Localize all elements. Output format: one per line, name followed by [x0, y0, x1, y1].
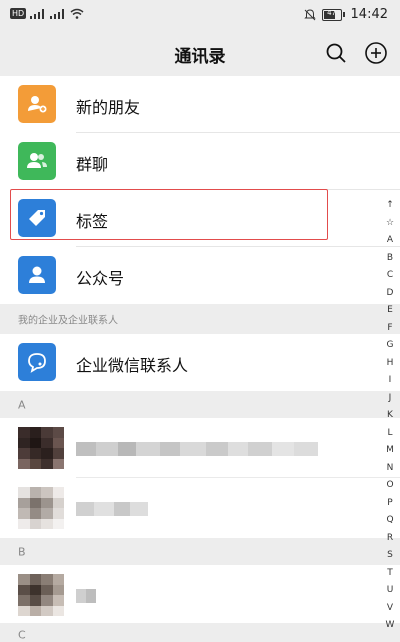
clock: 14:42: [350, 7, 388, 22]
new-friends-item[interactable]: 新的朋友: [0, 76, 400, 133]
contact-row[interactable]: [0, 418, 400, 478]
index-letter[interactable]: C: [383, 267, 397, 285]
contact-name-blurred: [76, 502, 148, 516]
status-bar: HD 47 14:42: [0, 0, 400, 30]
index-letter[interactable]: D: [383, 285, 397, 303]
mute-bell-icon: [303, 8, 316, 20]
index-letter[interactable]: Q: [383, 512, 397, 530]
avatar: [18, 427, 64, 469]
search-icon[interactable]: [324, 41, 348, 65]
index-letter[interactable]: T: [383, 565, 397, 583]
contact-row[interactable]: [0, 565, 400, 623]
enterprise-section-header: 我的企业及企业联系人: [0, 304, 400, 334]
signal-icon-2: [50, 8, 65, 19]
contact-row[interactable]: [0, 478, 400, 538]
battery-level: 47: [327, 8, 336, 17]
tag-icon: [18, 199, 56, 237]
contact-menu: 新的朋友 群聊 标签 公众号: [0, 76, 400, 304]
index-letter[interactable]: U: [383, 582, 397, 600]
hd-badge: HD: [10, 8, 27, 19]
index-letter[interactable]: L: [383, 425, 397, 443]
avatar: [18, 487, 64, 529]
signal-icon: [30, 8, 45, 19]
index-letter[interactable]: W: [383, 617, 397, 635]
official-accounts-item[interactable]: 公众号: [0, 247, 400, 304]
index-letter[interactable]: N: [383, 460, 397, 478]
battery-icon: 47: [321, 8, 345, 21]
index-letter[interactable]: F: [383, 320, 397, 338]
index-letter[interactable]: E: [383, 302, 397, 320]
add-icon[interactable]: [364, 41, 388, 65]
group-chats-label: 群聊: [76, 155, 109, 174]
index-letter[interactable]: I: [383, 372, 397, 390]
index-letter[interactable]: V: [383, 600, 397, 618]
official-accounts-label: 公众号: [76, 269, 125, 288]
alphabet-index[interactable]: ↑ ☆ A B C D E F G H I J K L M N O P Q R S T U V W: [383, 197, 397, 635]
enterprise-contacts-item[interactable]: 企业微信联系人: [0, 334, 400, 391]
enterprise-contact-icon: [18, 343, 56, 381]
add-friend-icon: [18, 85, 56, 123]
index-letter[interactable]: R: [383, 530, 397, 548]
tags-label: 标签: [76, 212, 109, 231]
index-letter[interactable]: P: [383, 495, 397, 513]
index-letter[interactable]: K: [383, 407, 397, 425]
section-header-b: B: [0, 538, 400, 565]
avatar: [18, 574, 64, 616]
section-header-a: A: [0, 391, 400, 418]
index-letter[interactable]: A: [383, 232, 397, 250]
official-account-icon: [18, 256, 56, 294]
index-letter[interactable]: M: [383, 442, 397, 460]
group-chats-item[interactable]: 群聊: [0, 133, 400, 190]
contact-name-blurred: [76, 589, 96, 603]
group-icon: [18, 142, 56, 180]
index-letter[interactable]: ↑: [383, 197, 397, 215]
index-letter[interactable]: J: [383, 390, 397, 408]
tags-item[interactable]: 标签: [0, 190, 400, 247]
index-letter[interactable]: O: [383, 477, 397, 495]
index-letter[interactable]: B: [383, 250, 397, 268]
index-letter[interactable]: H: [383, 355, 397, 373]
enterprise-contacts-label: 企业微信联系人: [76, 356, 189, 375]
contact-name-blurred: [76, 442, 318, 456]
nav-header: 通讯录: [0, 30, 400, 76]
index-letter[interactable]: G: [383, 337, 397, 355]
new-friends-label: 新的朋友: [76, 98, 141, 117]
index-letter[interactable]: ☆: [383, 215, 397, 233]
index-letter[interactable]: S: [383, 547, 397, 565]
wifi-icon: [70, 8, 84, 19]
section-header-c: C: [0, 623, 400, 642]
